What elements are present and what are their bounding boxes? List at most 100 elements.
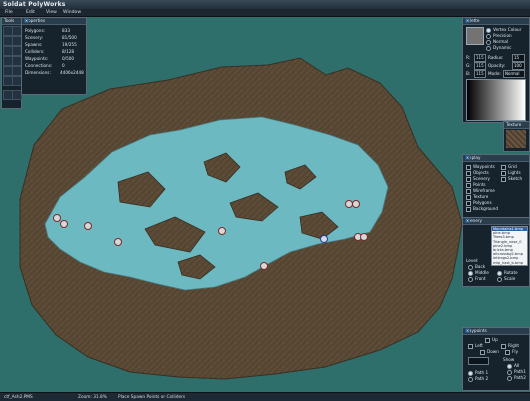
r-input[interactable]: 115 xyxy=(474,54,486,62)
menu-edit[interactable]: Edit xyxy=(26,10,35,15)
radio-icon xyxy=(507,369,512,375)
show-label: Show xyxy=(503,357,515,362)
checkbox-icon xyxy=(505,349,510,355)
display-grid-checkbox[interactable]: Grid xyxy=(501,164,517,170)
status-hint: Place Spawn Points or Colliders xyxy=(118,394,186,400)
prop-value: 4406x2448 xyxy=(60,70,84,75)
radio-label: Path 1 xyxy=(475,370,489,375)
grayscale-palette[interactable] xyxy=(466,79,526,121)
close-icon[interactable]: × xyxy=(465,218,470,223)
display-waypoints-checkbox[interactable]: Waypoints xyxy=(466,164,495,170)
display-objects-checkbox[interactable]: Objects xyxy=(466,170,489,176)
scenery-panel-title-bar: Scenery × xyxy=(463,218,529,225)
scale-radio[interactable]: Scale xyxy=(497,276,515,282)
radio-icon xyxy=(468,276,473,282)
palette-panel: Palette × Vertex Colour Precision Normal … xyxy=(462,17,530,123)
level-back-radio[interactable]: Back xyxy=(468,264,485,270)
radio-icon xyxy=(468,270,473,276)
color-swatch[interactable] xyxy=(466,27,484,45)
checkbox-icon xyxy=(501,170,506,176)
waypoint-right-checkbox[interactable]: Right xyxy=(501,343,519,349)
level-label: Level: xyxy=(466,258,479,263)
opacity-input[interactable]: 100 xyxy=(512,62,525,70)
mode-precision[interactable]: Precision xyxy=(486,33,512,39)
prop-label: Colliders: xyxy=(25,49,45,54)
status-file: ctf_Ash2.PMS xyxy=(4,394,33,400)
checkbox-icon xyxy=(466,200,471,206)
mode-label: Mode: xyxy=(488,71,501,76)
display-background-checkbox[interactable]: Background xyxy=(466,206,498,212)
waypoint-left-checkbox[interactable]: Left xyxy=(468,343,483,349)
checkbox-icon xyxy=(466,170,471,176)
mode-label: Precision xyxy=(493,33,512,38)
display-sketch-checkbox[interactable]: Sketch xyxy=(501,176,522,182)
close-icon[interactable]: × xyxy=(465,155,470,160)
radius-label: Radius: xyxy=(488,55,504,60)
spawn-point[interactable] xyxy=(260,262,268,270)
show-path1-radio[interactable]: Path1 xyxy=(507,369,526,375)
close-icon[interactable]: × xyxy=(24,18,29,23)
display-lights-checkbox[interactable]: Lights xyxy=(501,170,521,176)
spawn-point[interactable] xyxy=(360,233,368,241)
spawn-point[interactable] xyxy=(114,238,122,246)
checkbox-icon xyxy=(468,343,473,349)
g-input[interactable]: 115 xyxy=(474,62,486,70)
texture-panel-title-bar: Texture xyxy=(504,122,529,129)
path1-radio[interactable]: Path 1 xyxy=(468,370,488,376)
menu-window[interactable]: Window xyxy=(63,10,81,15)
radius-input[interactable]: 15 xyxy=(512,54,525,62)
level-middle-radio[interactable]: Middle xyxy=(468,270,489,276)
prop-label: Dimensions: xyxy=(25,70,51,75)
tools-panel-title: Tools xyxy=(4,18,15,23)
special-select[interactable] xyxy=(468,357,489,365)
spawn-point[interactable] xyxy=(84,222,92,230)
close-icon[interactable]: × xyxy=(465,328,470,333)
properties-panel-title-bar: Properties × xyxy=(22,18,86,25)
b-input[interactable]: 115 xyxy=(474,70,486,78)
checkbox-label: Left xyxy=(475,343,483,348)
menu-view[interactable]: View xyxy=(46,10,57,15)
spawn-point[interactable] xyxy=(320,235,328,243)
path2-radio[interactable]: Path 2 xyxy=(468,376,488,382)
spawn-point[interactable] xyxy=(218,227,226,235)
level-front-radio[interactable]: Front xyxy=(468,276,486,282)
menu-file[interactable]: File xyxy=(5,10,13,15)
prop-value: 19/255 xyxy=(62,42,77,47)
checkbox-icon xyxy=(466,194,471,200)
show-path2-radio[interactable]: Path2 xyxy=(507,375,526,381)
scenery-list-item[interactable]: mtp_hast_b.bmp xyxy=(492,261,527,265)
checkbox-label: Scenery xyxy=(473,176,490,181)
prop-label: Polygons: xyxy=(25,28,46,33)
checkbox-label: Background xyxy=(473,206,498,211)
radio-label: Scale xyxy=(504,276,516,281)
prop-value: 81/500 xyxy=(62,35,77,40)
spawn-point[interactable] xyxy=(60,220,68,228)
prop-label: Scenery: xyxy=(25,35,44,40)
waypoint-fly-checkbox[interactable]: Fly xyxy=(505,349,518,355)
display-texture-checkbox[interactable]: Texture xyxy=(466,194,488,200)
display-panel-title-bar: Display × xyxy=(463,155,529,162)
checkbox-label: Down xyxy=(487,349,499,354)
texture-preview[interactable] xyxy=(506,130,526,148)
display-polygons-checkbox[interactable]: Polygons xyxy=(466,200,492,206)
mode-label: Normal xyxy=(493,39,509,44)
close-icon[interactable]: × xyxy=(465,18,470,23)
rotate-radio[interactable]: Rotate xyxy=(497,270,518,276)
status-zoom: Zoom: 31.8% xyxy=(78,394,107,400)
prop-value: 0 xyxy=(62,63,65,68)
waypoint-up-checkbox[interactable]: Up xyxy=(485,337,498,343)
scenery-list[interactable]: Mountains1.bmp pine.bmp Trees3.bmp Trian… xyxy=(491,226,528,266)
radio-label: Front xyxy=(475,276,486,281)
display-wireframe-checkbox[interactable]: Wireframe xyxy=(466,188,495,194)
show-all-radio[interactable]: All xyxy=(507,363,519,369)
mode-select[interactable]: Normal xyxy=(503,70,525,78)
prop-label: Waypoints: xyxy=(25,56,49,61)
mode-dynamic[interactable]: Dynamic xyxy=(486,45,511,51)
mode-vertex-colour[interactable]: Vertex Colour xyxy=(486,27,521,33)
display-points-checkbox[interactable]: Points xyxy=(466,182,486,188)
radio-label: Back xyxy=(475,264,486,269)
display-scenery-checkbox[interactable]: Scenery xyxy=(466,176,490,182)
mode-normal[interactable]: Normal xyxy=(486,39,508,45)
spawn-point[interactable] xyxy=(352,200,360,208)
waypoint-down-checkbox[interactable]: Down xyxy=(480,349,499,355)
